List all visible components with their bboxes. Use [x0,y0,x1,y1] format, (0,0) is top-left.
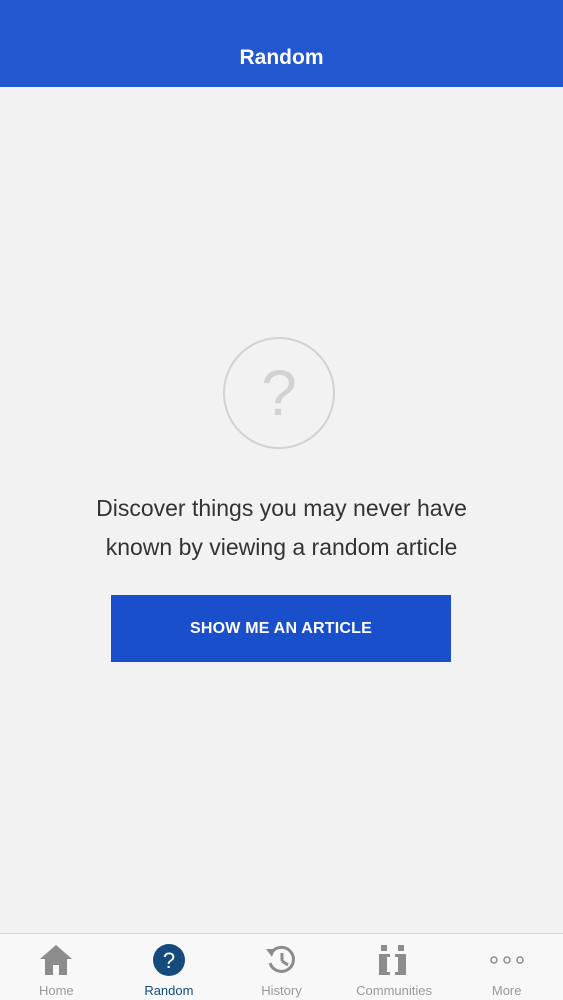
tab-history[interactable]: History [225,934,338,1000]
tab-history-label: History [261,983,302,998]
tab-home[interactable]: Home [0,934,113,1000]
message-line-2: known by viewing a random article [105,534,458,560]
question-mark-circle-icon: ? [223,337,335,449]
tab-communities-label: Communities [356,983,432,998]
tab-random-label: Random [144,983,194,998]
tab-more-label: More [491,983,522,998]
discover-message: Discover things you may never have known… [40,489,523,567]
random-content: ? Discover things you may never have kno… [0,87,563,933]
home-icon [38,942,74,978]
tab-more[interactable]: More [450,934,563,1000]
tab-random[interactable]: ? Random [113,934,226,1000]
svg-text:?: ? [163,948,175,973]
history-icon [263,942,299,978]
tab-home-label: Home [38,983,74,998]
communities-icon [376,942,412,978]
tab-communities[interactable]: Communities [338,934,451,1000]
page-title: Random [239,45,324,69]
question-circle-icon: ? [151,942,187,978]
tab-bar: Home ? Random History Communities More [0,933,563,1000]
message-line-1: Discover things you may never have [96,495,467,521]
header-bar: Random [0,0,563,87]
show-me-an-article-button[interactable]: SHOW ME AN ARTICLE [111,595,451,662]
more-icon [489,942,525,978]
